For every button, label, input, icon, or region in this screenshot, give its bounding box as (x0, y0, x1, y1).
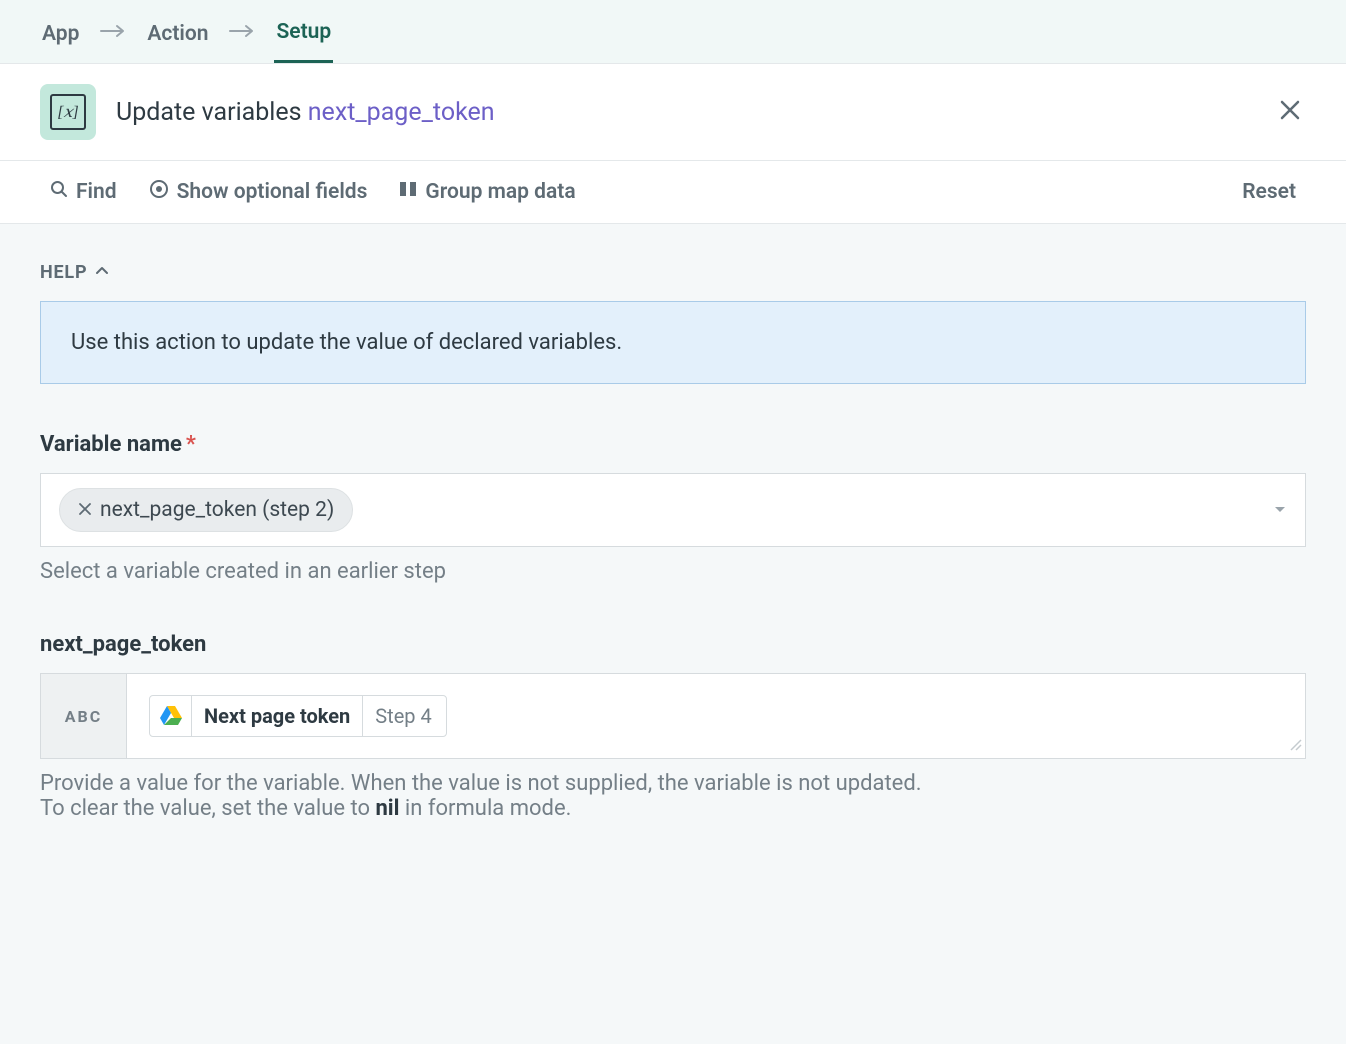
formula-mode-toggle[interactable]: ABC (41, 674, 127, 758)
group-map-button[interactable]: Group map data (399, 180, 575, 204)
arrow-right-icon (99, 23, 127, 54)
close-button[interactable] (1274, 94, 1306, 130)
breadcrumb: App Action Setup (0, 0, 1346, 64)
value-field-label: next_page_token (40, 632, 1306, 657)
variable-name-select[interactable]: next_page_token (step 2) (40, 473, 1306, 547)
show-optional-button[interactable]: Show optional fields (149, 179, 368, 205)
resize-handle[interactable] (1289, 737, 1303, 756)
title-variable: next_page_token (308, 98, 495, 127)
header: [𝑥] Update variables next_page_token (0, 64, 1346, 161)
value-input-row: ABC Next page token Step 4 (40, 673, 1306, 759)
variable-pill: next_page_token (step 2) (59, 488, 353, 532)
required-indicator: * (186, 432, 196, 457)
arrow-right-icon (228, 23, 256, 54)
breadcrumb-setup[interactable]: Setup (274, 14, 333, 63)
toolbar: Find Show optional fields Group map data… (0, 161, 1346, 224)
help-toggle[interactable]: HELP (40, 262, 1306, 283)
breadcrumb-action[interactable]: Action (145, 16, 210, 62)
eye-icon (149, 179, 169, 205)
breadcrumb-app[interactable]: App (40, 16, 81, 62)
search-icon (50, 180, 68, 204)
variables-app-icon: [𝑥] (40, 84, 96, 140)
variable-name-label: Variable name* (40, 432, 1306, 457)
chevron-up-icon (95, 262, 109, 283)
value-field-help: Provide a value for the variable. When t… (40, 771, 1306, 821)
help-box: Use this action to update the value of d… (40, 301, 1306, 384)
content: HELP Use this action to update the value… (0, 224, 1346, 859)
group-icon (399, 180, 417, 204)
chevron-down-icon (1273, 501, 1287, 520)
variable-name-help: Select a variable created in an earlier … (40, 559, 1306, 584)
google-drive-icon (150, 696, 192, 736)
data-pill-step: Step 4 (362, 696, 445, 736)
data-pill-label: Next page token (192, 696, 362, 736)
value-input[interactable]: Next page token Step 4 (127, 674, 1305, 758)
find-button[interactable]: Find (50, 180, 117, 204)
page-title: Update variables next_page_token (116, 98, 1254, 127)
remove-pill-button[interactable] (78, 498, 92, 522)
reset-button[interactable]: Reset (1242, 180, 1296, 204)
data-pill[interactable]: Next page token Step 4 (149, 695, 447, 737)
